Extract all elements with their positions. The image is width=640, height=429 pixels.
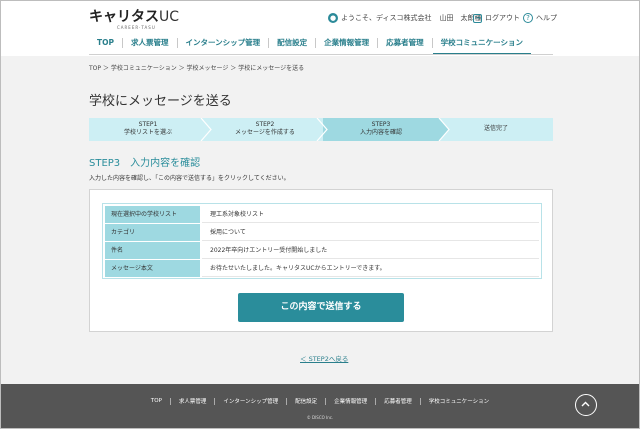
nav-item[interactable]: 学校コミュニケーション (432, 35, 532, 55)
help-label: ヘルプ (536, 14, 557, 22)
logout-label: ログアウト (485, 14, 520, 22)
footer-link[interactable]: 求人票管理 (171, 397, 215, 405)
row-value: 理工系対象校リスト (202, 206, 539, 223)
footer-link[interactable]: インターンシップ管理 (215, 397, 286, 405)
footer-link[interactable]: TOP (143, 398, 170, 404)
nav-divider (89, 54, 553, 55)
confirm-panel: 現在選択中の学校リスト 理工系対象校リスト カテゴリ 採用について 件名 202… (89, 189, 553, 332)
help-link[interactable]: ? ヘルプ (523, 12, 557, 24)
logout-link[interactable]: → ログアウト (473, 12, 520, 24)
row-label: カテゴリ (105, 224, 200, 241)
nav-item[interactable]: インターンシップ管理 (178, 35, 269, 55)
footer-link[interactable]: 企業情報管理 (326, 397, 375, 405)
help-icon: ? (523, 13, 533, 23)
row-label: 件名 (105, 242, 200, 259)
footer-nav: TOP 求人票管理 インターンシップ管理 配信設定 企業情報管理 応募者管理 学校コミュニケ… (1, 397, 639, 405)
back-to-step2-link[interactable]: ＜ STEP2へ戻る (300, 353, 348, 363)
step-indicator: STEP1 学校リストを選ぶ STEP2 メッセージを作成する STEP3 入力… (89, 118, 553, 141)
table-row: 件名 2022年卒向けエントリー受付開始しました (105, 242, 539, 259)
table-row: カテゴリ 採用について (105, 224, 539, 241)
table-row: メッセージ本文 お待たせいたしました。キャリタスUCからエントリーできます。 (105, 260, 539, 277)
footer-link[interactable]: 配信設定 (287, 397, 325, 405)
logo[interactable]: キャリタスUC CAREER·TASU (89, 9, 179, 30)
logo-subtext: CAREER·TASU (117, 25, 156, 30)
row-label: メッセージ本文 (105, 260, 200, 277)
row-value: お待たせいたしました。キャリタスUCからエントリーできます。 (202, 260, 539, 277)
page-frame: キャリタスUC CAREER·TASU ● ようこそ、ディスコ株式会社 山田 太… (0, 0, 640, 429)
nav-item[interactable]: 応募者管理 (378, 35, 432, 55)
instruction-text: 入力した内容を確認し、「この内容で送信する」をクリックしてください。 (89, 175, 290, 182)
page-title: 学校にメッセージを送る (89, 94, 232, 109)
breadcrumb: TOP ＞ 学校コミュニケーション ＞ 学校メッセージ ＞ 学校にメッセージを送… (89, 65, 305, 72)
confirm-table: 現在選択中の学校リスト 理工系対象校リスト カテゴリ 採用について 件名 202… (102, 203, 542, 279)
submit-button[interactable]: この内容で送信する (238, 293, 404, 322)
footer-link[interactable]: 応募者管理 (376, 397, 420, 405)
logout-icon: → (473, 13, 482, 23)
site-footer: TOP 求人票管理 インターンシップ管理 配信設定 企業情報管理 応募者管理 学校コミュニケ… (1, 384, 639, 428)
copyright: © DISCO Inc. (306, 415, 334, 420)
nav-item[interactable]: 企業情報管理 (316, 35, 377, 55)
row-value: 2022年卒向けエントリー受付開始しました (202, 242, 539, 259)
user-icon: ● (328, 13, 338, 23)
logo-text: キャリタスUC (89, 9, 180, 25)
nav-item[interactable]: TOP (89, 35, 122, 55)
user-info: ● ようこそ、ディスコ株式会社 山田 太郎様 (328, 12, 482, 24)
nav-item[interactable]: 配信設定 (269, 35, 315, 55)
site-header: キャリタスUC CAREER·TASU ● ようこそ、ディスコ株式会社 山田 太… (1, 1, 639, 56)
row-label: 現在選択中の学校リスト (105, 206, 200, 223)
row-value: 採用について (202, 224, 539, 241)
greeting-text: ようこそ、ディスコ株式会社 (341, 14, 432, 22)
nav-item[interactable]: 求人票管理 (123, 35, 177, 55)
chevron-up-icon (581, 401, 590, 407)
step-heading: STEP3 入力内容を確認 (89, 158, 201, 169)
footer-link[interactable]: 学校コミュニケーション (421, 397, 497, 405)
global-nav: TOP 求人票管理 インターンシップ管理 配信設定 企業情報管理 応募者管理 学校コミュニケ… (89, 35, 532, 55)
table-row: 現在選択中の学校リスト 理工系対象校リスト (105, 206, 539, 223)
step-arrows (200, 118, 450, 141)
scroll-to-top-button[interactable] (575, 394, 597, 416)
